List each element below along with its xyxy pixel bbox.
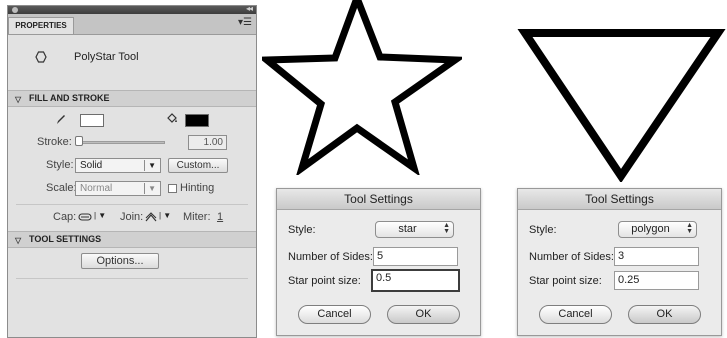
scale-label: Scale: (46, 182, 77, 194)
ok-button[interactable]: OK (387, 305, 460, 324)
close-icon[interactable] (12, 7, 18, 13)
style-label: Style: (46, 159, 74, 171)
stroke-row: Stroke: 1.00 (8, 133, 256, 156)
updown-arrows-icon: ▲ ▼ (686, 222, 693, 235)
paint-bucket-icon (167, 113, 177, 123)
join-round-icon[interactable] (145, 212, 157, 222)
chevron-down-icon[interactable]: | ▼ (159, 211, 171, 220)
cancel-button[interactable]: Cancel (298, 305, 371, 324)
hinting-checkbox[interactable] (168, 184, 177, 193)
join-label: Join: (120, 211, 144, 223)
style-value: Solid (80, 160, 103, 171)
star-shape (262, 0, 462, 175)
custom-button[interactable]: Custom... (168, 158, 228, 173)
dialog-title: Tool Settings (277, 189, 480, 210)
style-popup[interactable]: star ▲ ▼ (375, 221, 454, 238)
updown-arrows-icon: ▲ ▼ (443, 222, 450, 235)
section-label: TOOL SETTINGS (29, 234, 102, 244)
scale-value: Normal (80, 183, 113, 194)
chevron-down-icon[interactable]: | ▼ (94, 211, 106, 220)
options-row: Options... (8, 248, 256, 274)
stroke-color-swatch[interactable] (80, 114, 104, 127)
scale-dropdown[interactable]: Normal ▼ (75, 181, 161, 196)
cap-join-row: Cap: | ▼ Join: | ▼ Miter: 1 (8, 205, 256, 231)
dropdown-separator (144, 183, 145, 194)
stroke-slider[interactable] (77, 141, 165, 144)
panel-tabbar: PROPERTIES ▾☰ (8, 14, 256, 35)
collapse-icon[interactable]: ◂◂ (246, 4, 253, 13)
cap-round-icon[interactable] (78, 213, 92, 221)
stroke-label: Stroke: (37, 136, 72, 148)
style-popup[interactable]: polygon ▲ ▼ (618, 221, 697, 238)
chevron-down-icon: ▼ (148, 161, 156, 170)
panel-title-strip: ◂◂ (8, 4, 256, 14)
section-label: FILL AND STROKE (29, 93, 110, 103)
panel-menu-icon[interactable]: ▾☰ (238, 17, 252, 28)
miter-label: Miter: (183, 211, 211, 223)
sides-label: Number of Sides: (529, 251, 614, 263)
chevron-down-icon: ▼ (148, 184, 156, 193)
style-value: star (398, 223, 417, 235)
point-size-input[interactable]: 0.25 (614, 271, 699, 290)
style-label: Style: (529, 224, 557, 236)
tab-properties[interactable]: PROPERTIES (8, 17, 74, 34)
triangle-shape (517, 29, 726, 182)
sides-input[interactable]: 5 (373, 247, 458, 266)
collapse-triangle-icon: ▽ (15, 236, 22, 245)
style-value: polygon (631, 223, 670, 235)
miter-value[interactable]: 1 (217, 211, 223, 223)
section-fill-and-stroke[interactable]: ▽ FILL AND STROKE (8, 90, 256, 107)
color-row (8, 107, 256, 133)
point-size-label: Star point size: (529, 275, 602, 287)
cancel-button[interactable]: Cancel (539, 305, 612, 324)
style-dropdown[interactable]: Solid ▼ (75, 158, 161, 173)
hinting-label: Hinting (180, 182, 215, 194)
ok-button[interactable]: OK (628, 305, 701, 324)
pencil-icon (57, 115, 65, 124)
dialog-title: Tool Settings (518, 189, 721, 210)
tool-settings-dialog-polygon: Tool Settings Style: polygon ▲ ▼ Number o… (517, 188, 722, 336)
tool-settings-dialog-star: Tool Settings Style: star ▲ ▼ Number of S… (276, 188, 481, 336)
dropdown-separator (144, 160, 145, 171)
tool-name: PolyStar Tool (74, 51, 139, 63)
stroke-slider-thumb[interactable] (75, 136, 83, 146)
scale-row: Scale: Normal ▼ Hinting (8, 179, 256, 202)
point-size-input[interactable]: 0.5 (371, 269, 460, 292)
tool-info: PolyStar Tool (8, 35, 256, 90)
sides-label: Number of Sides: (288, 251, 373, 263)
polygon-icon (35, 51, 47, 63)
sides-input[interactable]: 3 (614, 247, 699, 266)
cap-label: Cap: (53, 211, 77, 223)
style-label: Style: (288, 224, 316, 236)
fill-color-swatch[interactable] (185, 114, 209, 127)
options-button[interactable]: Options... (81, 253, 159, 269)
properties-panel: ◂◂ PROPERTIES ▾☰ PolyStar Tool ▽ FILL AN… (7, 4, 257, 338)
stroke-value-field[interactable]: 1.00 (188, 135, 227, 150)
point-size-label: Star point size: (288, 275, 361, 287)
style-row: Style: Solid ▼ Custom... (8, 156, 256, 179)
divider (16, 278, 248, 279)
section-tool-settings[interactable]: ▽ TOOL SETTINGS (8, 231, 256, 248)
collapse-triangle-icon: ▽ (15, 95, 22, 104)
